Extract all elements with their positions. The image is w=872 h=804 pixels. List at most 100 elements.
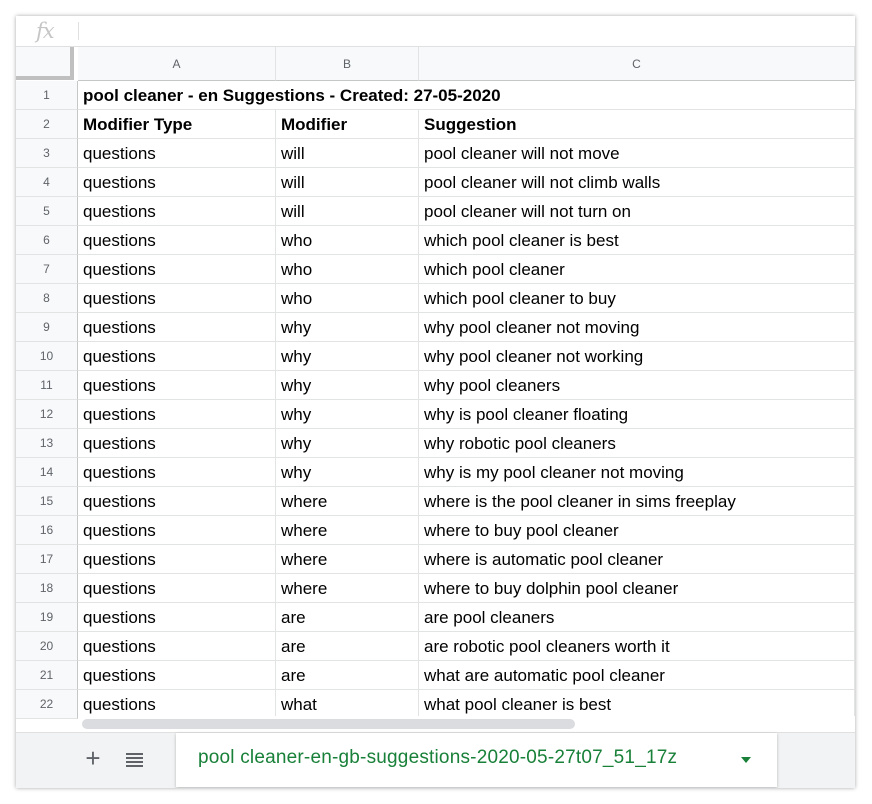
- cell-suggestion[interactable]: why is pool cleaner floating: [419, 400, 855, 429]
- table-row: 19 questions are are pool cleaners: [16, 603, 855, 632]
- cell-modifier[interactable]: will: [276, 139, 419, 168]
- cell-suggestion[interactable]: why pool cleaners: [419, 371, 855, 400]
- cell-modifier-type[interactable]: questions: [78, 226, 276, 255]
- row-number[interactable]: 3: [16, 139, 78, 168]
- cell-suggestion[interactable]: pool cleaner will not climb walls: [419, 168, 855, 197]
- cell-modifier-type[interactable]: questions: [78, 284, 276, 313]
- row-number[interactable]: 8: [16, 284, 78, 313]
- column-header-a[interactable]: A: [78, 47, 276, 81]
- caret-down-icon[interactable]: [741, 757, 751, 763]
- cell-suggestion[interactable]: pool cleaner will not turn on: [419, 197, 855, 226]
- cell-modifier-type[interactable]: questions: [78, 255, 276, 284]
- cell-suggestion[interactable]: are pool cleaners: [419, 603, 855, 632]
- cell-modifier[interactable]: will: [276, 168, 419, 197]
- cell-suggestion[interactable]: where to buy pool cleaner: [419, 516, 855, 545]
- cell-suggestion[interactable]: which pool cleaner is best: [419, 226, 855, 255]
- cell-modifier-type[interactable]: questions: [78, 197, 276, 226]
- cell-modifier[interactable]: who: [276, 255, 419, 284]
- cell-modifier[interactable]: will: [276, 197, 419, 226]
- cell-modifier-type[interactable]: questions: [78, 400, 276, 429]
- cell-suggestion[interactable]: where to buy dolphin pool cleaner: [419, 574, 855, 603]
- row-number[interactable]: 11: [16, 371, 78, 400]
- row-number[interactable]: 10: [16, 342, 78, 371]
- cell-modifier[interactable]: where: [276, 574, 419, 603]
- cell-modifier-type[interactable]: questions: [78, 690, 276, 719]
- cell-modifier[interactable]: why: [276, 400, 419, 429]
- cell-suggestion[interactable]: why robotic pool cleaners: [419, 429, 855, 458]
- cell-modifier[interactable]: are: [276, 632, 419, 661]
- horizontal-scrollbar[interactable]: [78, 716, 855, 732]
- row-number[interactable]: 2: [16, 110, 78, 139]
- cell-suggestion[interactable]: where is the pool cleaner in sims freepl…: [419, 487, 855, 516]
- row-number[interactable]: 15: [16, 487, 78, 516]
- row-number[interactable]: 1: [16, 81, 78, 110]
- cell-modifier-type[interactable]: questions: [78, 313, 276, 342]
- cell-modifier[interactable]: why: [276, 429, 419, 458]
- cell-suggestion[interactable]: which pool cleaner: [419, 255, 855, 284]
- row-number[interactable]: 13: [16, 429, 78, 458]
- cell-modifier[interactable]: where: [276, 516, 419, 545]
- row-number[interactable]: 7: [16, 255, 78, 284]
- cell-modifier-type[interactable]: questions: [78, 458, 276, 487]
- cell-modifier[interactable]: are: [276, 603, 419, 632]
- cell-modifier-type[interactable]: questions: [78, 574, 276, 603]
- row-number[interactable]: 9: [16, 313, 78, 342]
- select-all-corner[interactable]: [16, 47, 74, 80]
- header-cell-suggestion[interactable]: Suggestion: [419, 110, 855, 139]
- column-header-c[interactable]: C: [419, 47, 855, 81]
- cell-modifier-type[interactable]: questions: [78, 632, 276, 661]
- cell-suggestion[interactable]: why pool cleaner not moving: [419, 313, 855, 342]
- row-number[interactable]: 19: [16, 603, 78, 632]
- cell-suggestion[interactable]: what pool cleaner is best: [419, 690, 855, 719]
- scrollbar-thumb[interactable]: [82, 719, 575, 729]
- table-row: 13 questions why why robotic pool cleaners: [16, 429, 855, 458]
- row-number[interactable]: 6: [16, 226, 78, 255]
- cell-modifier-type[interactable]: questions: [78, 429, 276, 458]
- cell-modifier-type[interactable]: questions: [78, 487, 276, 516]
- cell-modifier[interactable]: who: [276, 226, 419, 255]
- cell-suggestion[interactable]: which pool cleaner to buy: [419, 284, 855, 313]
- row-number[interactable]: 21: [16, 661, 78, 690]
- cell-suggestion[interactable]: why pool cleaner not working: [419, 342, 855, 371]
- row-number[interactable]: 18: [16, 574, 78, 603]
- cell-suggestion[interactable]: where is automatic pool cleaner: [419, 545, 855, 574]
- row-number[interactable]: 5: [16, 197, 78, 226]
- cell-suggestion[interactable]: pool cleaner will not move: [419, 139, 855, 168]
- cell-modifier[interactable]: where: [276, 487, 419, 516]
- cell-modifier[interactable]: are: [276, 661, 419, 690]
- title-cell[interactable]: pool cleaner - en Suggestions - Created:…: [78, 81, 855, 110]
- cell-suggestion[interactable]: are robotic pool cleaners worth it: [419, 632, 855, 661]
- cell-modifier[interactable]: what: [276, 690, 419, 719]
- row-number[interactable]: 4: [16, 168, 78, 197]
- cell-modifier-type[interactable]: questions: [78, 342, 276, 371]
- cell-modifier[interactable]: why: [276, 313, 419, 342]
- cell-modifier[interactable]: why: [276, 371, 419, 400]
- cell-modifier[interactable]: where: [276, 545, 419, 574]
- row-number[interactable]: 22: [16, 690, 78, 719]
- sheet-tab-active[interactable]: pool cleaner-en-gb-suggestions-2020-05-2…: [176, 733, 777, 787]
- cell-modifier-type[interactable]: questions: [78, 603, 276, 632]
- row-number[interactable]: 14: [16, 458, 78, 487]
- row-number[interactable]: 17: [16, 545, 78, 574]
- grid-rows: 1 pool cleaner - en Suggestions - Create…: [16, 81, 855, 719]
- cell-modifier[interactable]: why: [276, 342, 419, 371]
- row-number[interactable]: 12: [16, 400, 78, 429]
- cell-modifier-type[interactable]: questions: [78, 661, 276, 690]
- cell-suggestion[interactable]: why is my pool cleaner not moving: [419, 458, 855, 487]
- formula-input[interactable]: [79, 16, 855, 46]
- column-header-b[interactable]: B: [276, 47, 419, 81]
- cell-modifier-type[interactable]: questions: [78, 516, 276, 545]
- header-cell-modifier[interactable]: Modifier: [276, 110, 419, 139]
- cell-suggestion[interactable]: what are automatic pool cleaner: [419, 661, 855, 690]
- header-cell-modifier-type[interactable]: Modifier Type: [78, 110, 276, 139]
- cell-modifier-type[interactable]: questions: [78, 139, 276, 168]
- cell-modifier[interactable]: why: [276, 458, 419, 487]
- plus-icon[interactable]: +: [80, 745, 106, 771]
- list-icon[interactable]: [126, 753, 143, 767]
- cell-modifier-type[interactable]: questions: [78, 371, 276, 400]
- row-number[interactable]: 20: [16, 632, 78, 661]
- cell-modifier-type[interactable]: questions: [78, 545, 276, 574]
- row-number[interactable]: 16: [16, 516, 78, 545]
- cell-modifier[interactable]: who: [276, 284, 419, 313]
- cell-modifier-type[interactable]: questions: [78, 168, 276, 197]
